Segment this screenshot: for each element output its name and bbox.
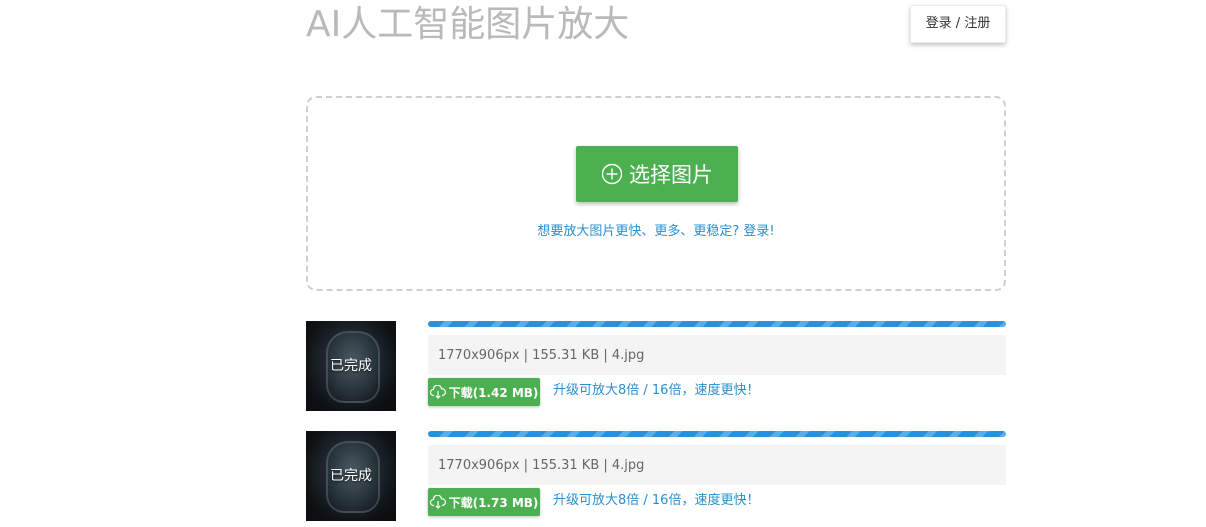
select-image-label: 选择图片 xyxy=(629,163,713,187)
progress-fill xyxy=(428,431,1006,437)
download-label: 下载(1.42 MB) xyxy=(448,385,539,400)
file-info: 1770x906px | 155.31 KB | 4.jpg xyxy=(428,445,1006,485)
file-info: 1770x906px | 155.31 KB | 4.jpg xyxy=(428,335,1006,375)
result-item: 已完成 1770x906px | 155.31 KB | 4.jpg 下载(1.… xyxy=(306,431,1006,521)
page: AI人工智能图片放大 登录 / 注册 选择图片 想要放大图片更快、更多、更稳定?… xyxy=(0,0,1206,527)
cloud-download-icon xyxy=(429,495,446,509)
login-register-button[interactable]: 登录 / 注册 xyxy=(910,5,1006,43)
plus-circle-icon xyxy=(601,163,623,185)
result-item: 已完成 1770x906px | 155.31 KB | 4.jpg 下载(1.… xyxy=(306,321,1006,411)
status-label: 已完成 xyxy=(330,468,372,484)
download-label: 下载(1.73 MB) xyxy=(448,495,539,510)
result-thumbnail[interactable]: 已完成 xyxy=(306,431,396,521)
progress-bar xyxy=(428,321,1006,327)
upgrade-link[interactable]: 升级可放大8倍 / 16倍，速度更快！ xyxy=(553,382,759,400)
upload-dropzone[interactable]: 选择图片 想要放大图片更快、更多、更稳定? 登录! xyxy=(306,96,1006,291)
page-title: AI人工智能图片放大 xyxy=(306,4,630,45)
progress-bar xyxy=(428,431,1006,437)
status-label: 已完成 xyxy=(330,358,372,374)
select-image-button[interactable]: 选择图片 xyxy=(576,146,738,202)
download-button[interactable]: 下载(1.42 MB) xyxy=(428,378,540,406)
result-thumbnail[interactable]: 已完成 xyxy=(306,321,396,411)
login-hint-link[interactable]: 想要放大图片更快、更多、更稳定? 登录! xyxy=(308,220,1004,239)
download-button[interactable]: 下载(1.73 MB) xyxy=(428,488,540,516)
progress-fill xyxy=(428,321,1006,327)
upgrade-link[interactable]: 升级可放大8倍 / 16倍，速度更快！ xyxy=(553,492,759,510)
cloud-download-icon xyxy=(429,385,446,399)
